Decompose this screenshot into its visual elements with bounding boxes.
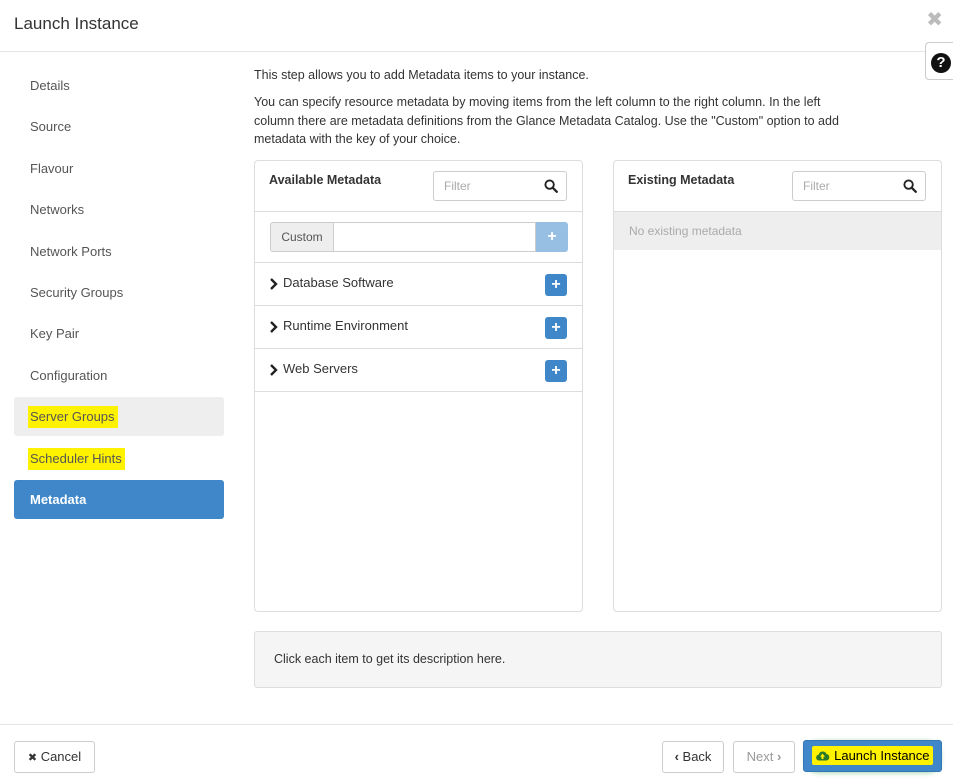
chevron-left-icon: ‹: [674, 749, 679, 764]
metadata-description: Click each item to get its description h…: [254, 631, 942, 688]
available-metadata-title: Available Metadata: [269, 173, 382, 187]
nav-item-server-groups[interactable]: Server Groups: [14, 397, 224, 437]
metadata-item-database-software[interactable]: Database Software +: [255, 263, 582, 306]
chevron-right-icon: ›: [777, 749, 782, 764]
no-existing-metadata: No existing metadata: [614, 212, 941, 250]
nav-item-scheduler-hints[interactable]: Scheduler Hints: [14, 439, 224, 478]
metadata-item-label: Database Software: [283, 275, 394, 290]
nav-item-key-pair[interactable]: Key Pair: [14, 314, 224, 353]
cloud-upload-icon: [816, 751, 830, 761]
available-filter-input[interactable]: [434, 172, 538, 200]
step-content: This step allows you to add Metadata ite…: [254, 66, 942, 149]
available-filter: [433, 171, 567, 201]
nav-item-label: Server Groups: [30, 406, 118, 429]
nav-item-label: Configuration: [30, 367, 108, 383]
wizard-nav: Details Source Flavour Networks Network …: [14, 66, 224, 521]
available-metadata-header: Available Metadata: [255, 161, 582, 212]
next-label: Next: [746, 749, 774, 764]
cancel-button[interactable]: ✖ Cancel: [14, 741, 95, 773]
intro-description: You can specify resource metadata by mov…: [254, 95, 839, 146]
back-label: Back: [682, 749, 712, 764]
chevron-right-icon: [270, 321, 278, 333]
add-database-software-button[interactable]: +: [545, 274, 567, 296]
metadata-item-label: Web Servers: [283, 361, 358, 376]
existing-filter-input[interactable]: [793, 172, 897, 200]
metadata-item-runtime-environment[interactable]: Runtime Environment +: [255, 306, 582, 349]
nav-item-label: Key Pair: [30, 326, 80, 342]
search-icon[interactable]: [544, 179, 558, 193]
cancel-label: Cancel: [40, 749, 82, 764]
nav-item-source[interactable]: Source: [14, 107, 224, 146]
nav-item-security-groups[interactable]: Security Groups: [14, 273, 224, 312]
metadata-item-web-servers[interactable]: Web Servers +: [255, 349, 582, 392]
existing-metadata-title: Existing Metadata: [628, 173, 735, 187]
nav-item-configuration[interactable]: Configuration: [14, 356, 224, 395]
existing-metadata-header: Existing Metadata: [614, 161, 941, 212]
nav-item-flavour[interactable]: Flavour: [14, 149, 224, 188]
chevron-right-icon: [270, 278, 278, 290]
nav-item-label: Networks: [30, 202, 85, 218]
nav-item-label: Network Ports: [30, 243, 112, 259]
search-icon[interactable]: [903, 179, 917, 193]
nav-item-label: Scheduler Hints: [30, 447, 125, 470]
nav-item-network-ports[interactable]: Network Ports: [14, 232, 224, 271]
nav-item-label: Metadata: [30, 491, 87, 507]
modal-header: Launch Instance ✖: [0, 0, 953, 52]
existing-filter: [792, 171, 926, 201]
close-icon[interactable]: ✖: [926, 10, 943, 30]
launch-instance-button[interactable]: Launch Instance: [803, 740, 942, 772]
nav-item-details[interactable]: Details: [14, 66, 224, 105]
next-button[interactable]: Next ›: [733, 741, 795, 773]
nav-item-label: Security Groups: [30, 284, 124, 300]
launch-instance-label: Launch Instance: [834, 748, 930, 763]
add-runtime-environment-button[interactable]: +: [545, 317, 567, 339]
add-web-servers-button[interactable]: +: [545, 360, 567, 382]
back-button[interactable]: ‹ Back: [662, 741, 724, 773]
nav-item-networks[interactable]: Networks: [14, 190, 224, 229]
custom-label: Custom: [270, 222, 333, 252]
existing-metadata-panel: Existing Metadata No existing metadata: [613, 160, 942, 612]
metadata-item-label: Runtime Environment: [283, 318, 408, 333]
nav-item-label: Flavour: [30, 160, 74, 176]
available-metadata-panel: Available Metadata Custom + Database Sof…: [254, 160, 583, 612]
nav-item-label: Source: [30, 119, 72, 135]
modal-title: Launch Instance: [14, 14, 139, 33]
chevron-right-icon: [270, 364, 278, 376]
custom-metadata-input[interactable]: [333, 222, 536, 252]
intro-text: This step allows you to add Metadata ite…: [254, 68, 589, 82]
custom-add-button[interactable]: +: [536, 222, 568, 252]
nav-item-label: Details: [30, 78, 70, 93]
custom-metadata-row: Custom +: [255, 212, 582, 263]
close-icon: ✖: [27, 752, 38, 764]
launch-button-content: Launch Instance: [812, 746, 933, 765]
nav-item-metadata[interactable]: Metadata: [14, 479, 224, 519]
